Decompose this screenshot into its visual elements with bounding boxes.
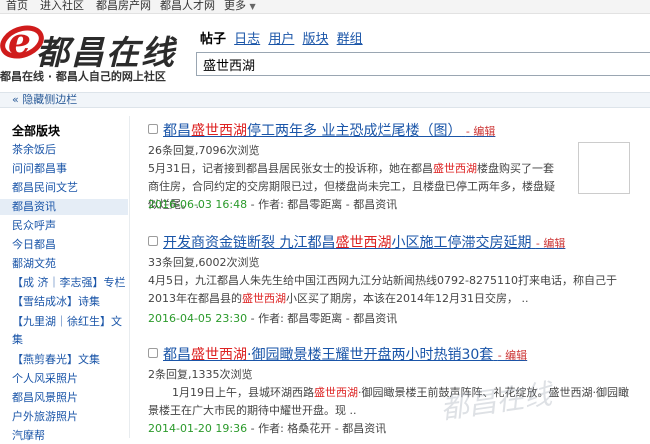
search-input[interactable] [196, 52, 650, 76]
nav-more-label: 更多 [224, 0, 246, 12]
post-meta: 2016-06-03 16:48 - 作者: 都昌零距离 - 都昌资讯 [148, 196, 397, 212]
post-title-highlight: 盛世西湖 [191, 347, 247, 363]
edit-link[interactable]: - 编辑 [498, 349, 527, 362]
sidebar-item[interactable]: 都昌风景照片 [12, 390, 126, 406]
post-thumbnail[interactable] [578, 142, 630, 194]
sidebar-item[interactable]: 今日都昌 [12, 237, 126, 253]
post-title-highlight: 盛世西湖 [335, 235, 392, 251]
chevron-down-icon: ▼ [249, 2, 256, 11]
tab-forums[interactable]: 版块 [302, 32, 328, 47]
post-title-post: 停工两年多 业主恐成烂尾楼（图） [247, 123, 462, 139]
nav-home[interactable]: 首页 [6, 0, 28, 12]
summary-text: 小区买了期房，本该在2014年12月31日交房， .. [286, 292, 529, 305]
post-date: 2016-04-05 23:30 [148, 312, 248, 325]
slogan: 都昌在线 · 都昌人自己的网上社区 [0, 70, 166, 83]
search-tabs: 帖子 日志 用户 版块 群组 [200, 28, 367, 47]
sidebar-title: 全部版块 [12, 124, 61, 138]
sidebar: 全部版块 茶余饭后 问问都昌事 都昌民间文艺 都昌资讯 民众呼声 今日都昌 鄱湖… [0, 116, 130, 442]
sidebar-item[interactable]: 集 [12, 332, 126, 348]
sidebar-item[interactable]: 鄱湖文苑 [12, 256, 126, 272]
sidebar-item[interactable]: 户外旅游照片 [12, 409, 126, 425]
list-item: 都昌盛世西湖·御园瞰景楼王耀世开盘两小时热销30套 - 编辑 2条回复,1335… [148, 344, 648, 438]
post-stats: 26条回复,7096次浏览 [148, 144, 260, 157]
summary-highlight: 盛世西湖 [433, 162, 477, 175]
post-title-highlight: 盛世西湖 [191, 123, 247, 139]
sidebar-item[interactable]: 汽摩帮 [12, 428, 126, 444]
sidebar-item[interactable]: 【燕剪春光】文集 [12, 352, 126, 368]
post-checkbox[interactable] [148, 236, 158, 246]
nav-jobs[interactable]: 都昌人才网 [160, 0, 215, 12]
post-title-post: ·御园瞰景楼王耀世开盘两小时热销30套 [247, 347, 494, 363]
list-item: 开发商资金链断裂 九江都昌盛世西湖小区施工停滞交房延期 - 编辑 33条回复,6… [148, 232, 648, 332]
post-author: - 作者: 都昌零距离 - 都昌资讯 [247, 312, 398, 325]
tab-blogs[interactable]: 日志 [234, 32, 260, 47]
summary-highlight: 盛世西湖 [242, 292, 286, 305]
summary-text: 5月31日，记者接到都昌县居民张女士的投诉称，她在都昌 [148, 162, 433, 175]
post-title[interactable]: 都昌盛世西湖·御园瞰景楼王耀世开盘两小时热销30套 - 编辑 [163, 344, 527, 364]
post-checkbox[interactable] [148, 348, 158, 358]
header: e 都昌在线 都昌在线 · 都昌人自己的网上社区 帖子 日志 用户 版块 群组 [0, 14, 650, 92]
sidebar-item[interactable]: 都昌民间文艺 [12, 180, 126, 196]
edit-link[interactable]: - 编辑 [466, 125, 495, 138]
logo-text: 都昌在线 [36, 33, 176, 72]
post-date: 2016-06-03 16:48 [148, 198, 248, 211]
sidebar-item[interactable]: 【成 济｜李志强】专栏 [12, 275, 126, 291]
tab-users[interactable]: 用户 [268, 32, 294, 47]
nav-house[interactable]: 都昌房产网 [96, 0, 151, 12]
post-title[interactable]: 都昌盛世西湖停工两年多 业主恐成烂尾楼（图） - 编辑 [163, 120, 495, 140]
edit-link[interactable]: - 编辑 [536, 237, 565, 250]
post-title-pre: 都昌 [163, 347, 191, 363]
post-stats: 2条回复,1335次浏览 [148, 368, 253, 381]
summary-highlight: 盛世西湖 [314, 386, 358, 399]
post-author: - 作者: 格桑花开 - 都昌资讯 [247, 422, 387, 435]
post-stats: 33条回复,6002次浏览 [148, 256, 260, 269]
sidebar-item[interactable]: 民众呼声 [12, 218, 126, 234]
post-date: 2014-01-20 19:36 [148, 422, 248, 435]
toggle-bar: « 隐藏侧边栏 [0, 92, 650, 108]
post-title[interactable]: 开发商资金链断裂 九江都昌盛世西湖小区施工停滞交房延期 - 编辑 [163, 232, 565, 252]
hide-sidebar-link[interactable]: « 隐藏侧边栏 [12, 93, 77, 107]
post-title-pre: 都昌 [163, 123, 191, 139]
post-author: - 作者: 都昌零距离 - 都昌资讯 [247, 198, 398, 211]
list-item: 都昌盛世西湖停工两年多 业主恐成烂尾楼（图） - 编辑 26条回复,7096次浏… [148, 120, 648, 220]
post-title-pre: 开发商资金链断裂 九江都昌 [163, 235, 336, 251]
nav-community[interactable]: 进入社区 [40, 0, 84, 12]
post-meta: 2014-01-20 19:36 - 作者: 格桑花开 - 都昌资讯 [148, 420, 386, 436]
post-checkbox[interactable] [148, 124, 158, 134]
nav-more[interactable]: 更多 ▼ [224, 0, 256, 13]
tab-posts[interactable]: 帖子 [200, 32, 226, 47]
site-logo[interactable]: e 都昌在线 [0, 16, 196, 76]
post-title-post: 小区施工停滞交房延期 [391, 235, 532, 251]
sidebar-item[interactable]: 【九里湖｜徐红生】文 [12, 314, 126, 330]
summary-text: 1月19日上午，县城环湖西路 [172, 386, 314, 399]
sidebar-item[interactable]: 问问都昌事 [12, 161, 126, 177]
post-meta: 2016-04-05 23:30 - 作者: 都昌零距离 - 都昌资讯 [148, 310, 397, 326]
tab-groups[interactable]: 群组 [337, 32, 363, 47]
sidebar-item-active[interactable]: 都昌资讯 [0, 199, 128, 215]
sidebar-item[interactable]: 【雪结成冰】诗集 [12, 294, 126, 310]
sidebar-item[interactable]: 茶余饭后 [12, 142, 126, 158]
sidebar-item[interactable]: 个人风采照片 [12, 371, 126, 387]
post-summary: 4月5日，九江都昌人朱先生给中国江西网九江分站新闻热线0792-8275110打… [148, 272, 638, 308]
top-nav: 首页 进入社区 都昌房产网 都昌人才网 更多 ▼ [0, 0, 650, 14]
svg-text:e: e [8, 21, 31, 63]
post-summary: 1月19日上午，县城环湖西路盛世西湖·御园瞰景楼王前鼓声阵阵、礼花绽放。盛世西湖… [148, 384, 638, 420]
